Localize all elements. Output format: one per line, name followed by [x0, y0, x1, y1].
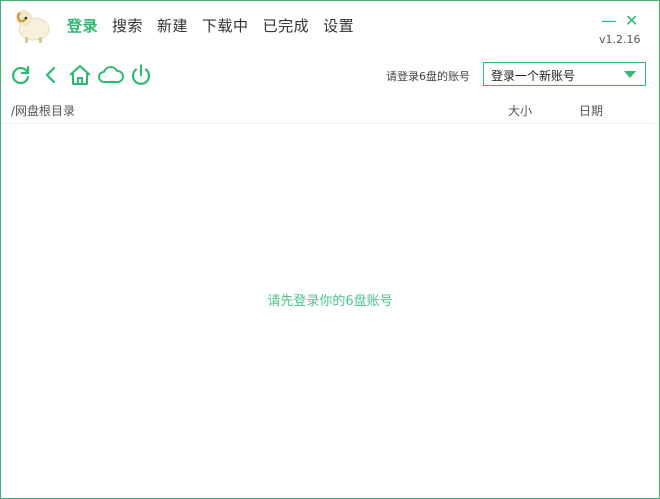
tab-downloading[interactable]: 下载中 — [202, 16, 249, 36]
power-icon[interactable] — [129, 63, 153, 87]
close-button[interactable]: ✕ — [625, 13, 638, 29]
home-icon[interactable] — [68, 63, 92, 87]
version-label: v1.2.16 — [599, 33, 641, 46]
tab-login[interactable]: 登录 — [67, 16, 98, 36]
app-window: 登录 搜索 新建 下载中 已完成 设置 — ✕ v1.2.16 请登录6盘的账号… — [0, 0, 660, 499]
column-size-header[interactable]: 大小 — [508, 102, 532, 119]
sheep-logo-icon — [12, 5, 54, 45]
file-list-header: /网盘根目录 大小 日期 — [1, 97, 659, 124]
column-date-header[interactable]: 日期 — [579, 102, 603, 119]
back-icon[interactable] — [39, 63, 63, 87]
tab-search[interactable]: 搜索 — [112, 16, 143, 36]
main-tabs: 登录 搜索 新建 下载中 已完成 设置 — [67, 16, 368, 36]
empty-state-message: 请先登录你的6盘账号 — [267, 294, 393, 309]
account-prompt-label: 请登录6盘的账号 — [386, 70, 470, 83]
toolbar: 请登录6盘的账号 登录一个新账号 — [1, 59, 659, 91]
current-path: /网盘根目录 — [11, 104, 76, 118]
chevron-down-icon — [624, 71, 636, 78]
tab-completed[interactable]: 已完成 — [263, 16, 310, 36]
tab-new[interactable]: 新建 — [157, 16, 188, 36]
title-bar: 登录 搜索 新建 下载中 已完成 设置 — ✕ v1.2.16 — [1, 1, 659, 49]
minimize-button[interactable]: — — [601, 13, 617, 29]
tab-settings[interactable]: 设置 — [323, 16, 354, 36]
account-select[interactable]: 登录一个新账号 — [483, 62, 646, 86]
account-select-value: 登录一个新账号 — [491, 69, 576, 83]
refresh-icon[interactable] — [9, 63, 33, 87]
cloud-icon[interactable] — [98, 63, 124, 87]
